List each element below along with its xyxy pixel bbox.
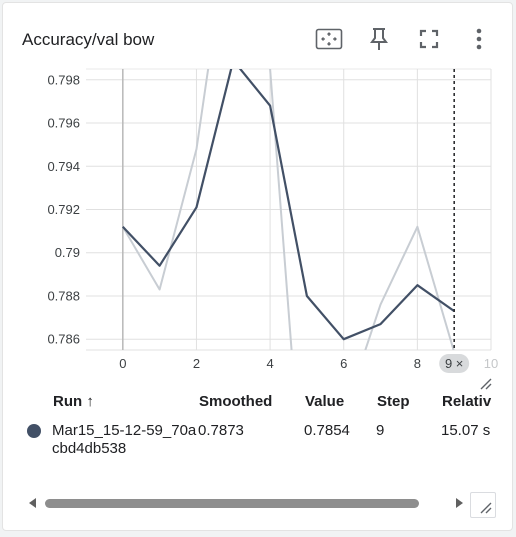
scrollbar-thumb[interactable] [45, 499, 419, 508]
hover-step-label: 9 × [445, 356, 463, 371]
y-tick-label: 0.796 [47, 116, 80, 131]
step-value: 9 [376, 422, 385, 439]
col-header-run[interactable]: Run ↑ [53, 393, 94, 410]
col-header-relative[interactable]: Relativ [442, 393, 512, 410]
y-tick-label: 0.786 [47, 332, 80, 347]
smoothed-value: 0.7873 [198, 422, 244, 439]
x-tick-label: 8 [414, 356, 421, 371]
x-tick-label: 0 [119, 356, 126, 371]
table-resize-handle[interactable] [470, 492, 496, 518]
y-tick-label: 0.794 [47, 159, 80, 174]
y-tick-label: 0.79 [55, 245, 80, 260]
resize-handle-icon [480, 502, 492, 514]
col-header-smoothed[interactable]: Smoothed [199, 393, 272, 410]
col-header-step[interactable]: Step [377, 393, 410, 410]
scroll-left-icon[interactable] [29, 498, 36, 508]
chart-resize-handle-icon[interactable] [475, 373, 493, 391]
col-header-value[interactable]: Value [305, 393, 344, 410]
run-name: Mar15_15-12-59_70acbd4db538 [52, 422, 197, 457]
line-chart[interactable]: 0.798 0.796 0.794 0.792 0.79 0.788 0.786 0 2 4 6 8… [3, 3, 512, 393]
x-tick-label: 10 [484, 356, 498, 371]
x-tick-label: 6 [340, 356, 347, 371]
run-color-dot [27, 424, 41, 438]
relative-value: 15.07 s [441, 422, 491, 439]
chart-card: Accuracy/val bow 0.798 0.796 0.794 0.792 0.7… [2, 2, 513, 531]
x-tick-label: 4 [266, 356, 273, 371]
y-tick-label: 0.792 [47, 202, 80, 217]
y-tick-label: 0.788 [47, 288, 80, 303]
y-tick-label: 0.798 [47, 72, 80, 87]
horizontal-scrollbar[interactable] [25, 493, 467, 513]
raw-value: 0.7854 [304, 422, 350, 439]
x-tick-label: 2 [193, 356, 200, 371]
scroll-right-icon[interactable] [456, 498, 463, 508]
